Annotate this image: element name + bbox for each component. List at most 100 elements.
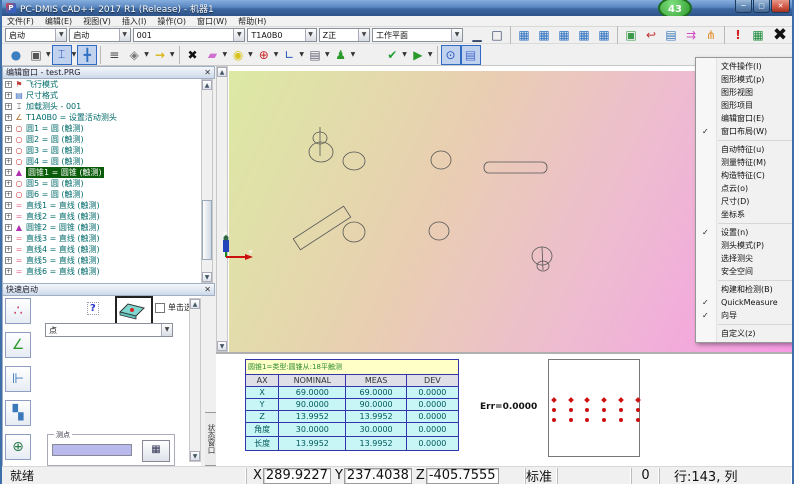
menu-item[interactable]: 窗口(W) <box>197 16 227 27</box>
program-form-icon[interactable]: ▤ <box>661 25 681 45</box>
chevron-down-icon[interactable]: ▼ <box>119 29 130 41</box>
expand-icon[interactable]: + <box>5 257 12 264</box>
chevron-down-icon[interactable]: ▼ <box>325 51 330 58</box>
chevron-down-icon[interactable]: ▼ <box>161 324 172 336</box>
probe-sphere-icon[interactable]: ● <box>6 45 26 65</box>
chevron-down-icon[interactable]: ▼ <box>248 51 253 58</box>
scroll-up-icon[interactable]: ▲ <box>202 80 212 90</box>
goto-arrow-icon[interactable]: → <box>150 45 170 65</box>
expand-icon[interactable]: + <box>5 92 12 99</box>
view-cube-icon[interactable]: ▣ <box>26 45 46 65</box>
chevron-down-icon[interactable]: ▼ <box>299 51 304 58</box>
alignment-icon[interactable]: ∟ <box>279 45 299 65</box>
chevron-down-icon[interactable]: ▼ <box>428 51 433 58</box>
edit-window-view-icon[interactable]: ▦ <box>514 25 534 45</box>
marked-sets-icon[interactable]: ⇉ <box>681 25 701 45</box>
preview-window-icon[interactable]: ▦ <box>574 25 594 45</box>
excel-export-icon[interactable]: ▦ <box>748 25 768 45</box>
workplane-combo[interactable]: 工作平面▼ <box>372 28 463 42</box>
tree-item[interactable]: +▤尺寸格式 <box>3 90 201 101</box>
close-button[interactable]: ✕ <box>771 0 790 13</box>
tree-item[interactable]: +○圆4 = 圆 (触测) <box>3 156 201 167</box>
context-menu-item[interactable]: ✓设置(n) <box>696 226 794 239</box>
context-menu-item[interactable]: 测量特征(M) <box>696 156 794 169</box>
context-menu-item[interactable]: 自定义(z) <box>696 327 794 340</box>
new-window-icon[interactable]: □ <box>487 25 507 45</box>
tracefield-icon[interactable]: ⋔ <box>701 25 721 45</box>
menu-item[interactable]: 视图(V) <box>83 16 111 27</box>
expand-icon[interactable]: + <box>5 147 12 154</box>
feature-type-combo[interactable]: 点 ▼ <box>45 323 173 337</box>
target-feature-icon[interactable]: ⊕ <box>254 45 274 65</box>
expand-icon[interactable]: + <box>5 136 12 143</box>
context-menu-item[interactable]: ✓窗口布局(W) <box>696 125 794 138</box>
probe-icon[interactable]: ⌶ <box>52 45 72 65</box>
chevron-down-icon[interactable]: ▼ <box>223 51 228 58</box>
context-menu-item[interactable]: ✓向导 <box>696 309 794 322</box>
context-menu-item[interactable]: 安全空间 <box>696 265 794 278</box>
chevron-down-icon[interactable]: ▼ <box>274 51 279 58</box>
chevron-down-icon[interactable]: ▼ <box>144 51 149 58</box>
expand-icon[interactable]: + <box>5 202 12 209</box>
tree-item[interactable]: +=直线5 = 直线 (触测) <box>3 255 201 266</box>
maximize-button[interactable]: ▢ <box>753 0 770 13</box>
probe-file-combo[interactable]: 001▼ <box>133 28 246 42</box>
tree-item[interactable]: +⌶加载测头 - 001 <box>3 101 201 112</box>
comment-icon[interactable]: ≡ <box>104 45 124 65</box>
tree-item[interactable]: +○圆5 = 圆 (触测) <box>3 178 201 189</box>
menu-item[interactable]: 文件(F) <box>7 16 34 27</box>
tree-item[interactable]: +○圆6 = 圆 (触测) <box>3 189 201 200</box>
quickstart-scrollbar[interactable]: ▲ ▼ <box>189 298 201 462</box>
context-menu-item[interactable]: 构建和检测(B) <box>696 283 794 296</box>
quickstart-close-icon[interactable]: ✕ <box>204 285 211 294</box>
plane-feature-icon[interactable]: ▰ <box>203 45 223 65</box>
chevron-down-icon[interactable]: ▼ <box>170 51 175 58</box>
circle-feature-icon[interactable]: ◉ <box>228 45 248 65</box>
context-menu-item[interactable]: 自动特征(u) <box>696 143 794 156</box>
menu-item[interactable]: 编辑(E) <box>45 16 72 27</box>
expand-icon[interactable]: + <box>5 158 12 165</box>
context-menu-item[interactable]: 测头模式(P) <box>696 239 794 252</box>
expand-icon[interactable]: + <box>5 103 12 110</box>
context-menu-item[interactable]: 图形视图 <box>696 86 794 99</box>
tree-item[interactable]: +○圆2 = 圆 (触测) <box>3 134 201 145</box>
chevron-down-icon[interactable]: ▼ <box>72 51 77 58</box>
context-menu-item[interactable]: 图形项目 <box>696 99 794 112</box>
toolbox-icon[interactable]: ✖ <box>768 25 792 45</box>
context-menu-item[interactable]: 坐标系 <box>696 208 794 221</box>
chevron-down-icon[interactable]: ▼ <box>451 29 462 41</box>
expand-icon[interactable]: + <box>5 191 12 198</box>
tree-item[interactable]: +○圆1 = 圆 (触测) <box>3 123 201 134</box>
motion-combo[interactable]: 启动▼ <box>5 28 67 42</box>
qs-axes-icon[interactable]: ∠ <box>5 332 31 358</box>
alert-icon[interactable]: ! <box>728 25 748 45</box>
tree-item[interactable]: +⚑飞行模式 <box>3 79 201 90</box>
feature-id-icon[interactable]: ⊙ <box>441 45 461 65</box>
expand-icon[interactable]: + <box>5 81 12 88</box>
wireframe-box-icon[interactable]: ◈ <box>124 45 144 65</box>
tree-item[interactable]: +○圆3 = 圆 (触测) <box>3 145 201 156</box>
graphic-window-icon[interactable]: ▦ <box>554 25 574 45</box>
qs-report-icon[interactable]: ▚ <box>5 400 31 426</box>
scroll-down-icon[interactable]: ▼ <box>190 451 200 461</box>
context-menu-item[interactable]: 编辑窗口(E) <box>696 112 794 125</box>
tree-item[interactable]: +▲圆锥1 = 圆锥 (触测) <box>3 167 201 178</box>
chevron-down-icon[interactable]: ▼ <box>55 29 66 41</box>
tree-scrollbar[interactable]: ▲ ▼ <box>201 79 213 283</box>
menu-item[interactable]: 帮助(H) <box>238 16 266 27</box>
pan-view-icon[interactable]: ╋ <box>77 45 97 65</box>
path-lines-icon[interactable]: ↩ <box>641 25 661 45</box>
expand-icon[interactable]: + <box>5 125 12 132</box>
tools-icon[interactable]: ✖ <box>183 45 203 65</box>
qs-points-icon[interactable]: ∴ <box>5 298 31 324</box>
chevron-down-icon[interactable]: ▼ <box>351 51 356 58</box>
program-docs-icon[interactable]: ▤ <box>305 45 325 65</box>
chevron-down-icon[interactable]: ▼ <box>233 29 244 41</box>
analysis-window-icon[interactable]: ▦ <box>594 25 614 45</box>
context-menu-item[interactable]: 文件操作(I) <box>696 60 794 73</box>
menu-item[interactable]: 插入(I) <box>122 16 147 27</box>
chevron-down-icon[interactable]: ▼ <box>402 51 407 58</box>
checkbox-box[interactable] <box>155 303 165 313</box>
expand-icon[interactable]: + <box>5 169 12 176</box>
minimize-button[interactable]: ─ <box>735 0 752 13</box>
